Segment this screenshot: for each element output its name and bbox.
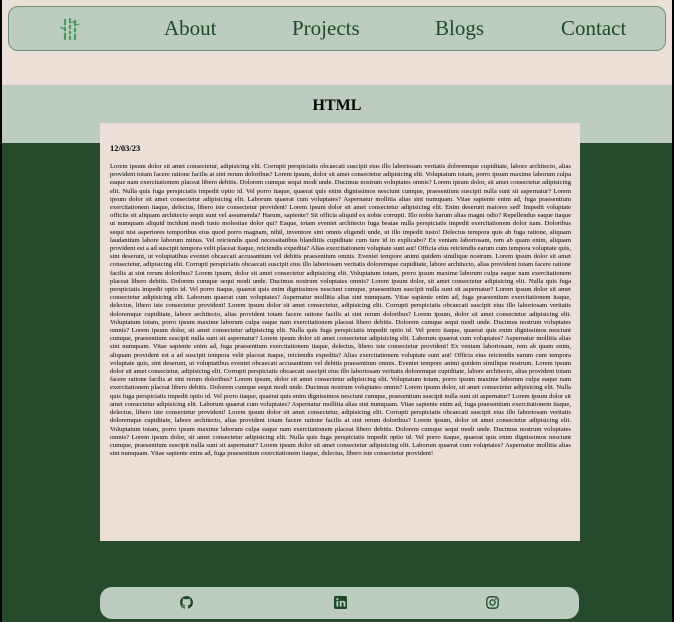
linkedin-icon[interactable] [334, 596, 347, 609]
nav-link-projects[interactable]: Projects [292, 16, 360, 40]
github-icon[interactable] [180, 596, 193, 609]
post-title: HTML [312, 97, 362, 114]
post-card: 12/03/23 Lorem ipsum dolor sit amet cons… [100, 123, 580, 541]
instagram-icon[interactable] [486, 596, 499, 609]
nav-link-about[interactable]: About [164, 16, 217, 40]
post-body: Lorem ipsum dolor sit amet consectetur, … [110, 163, 571, 458]
nav-link-contact[interactable]: Contact [561, 16, 626, 40]
post-date: 12/03/23 [110, 143, 141, 153]
navbar: About Projects Blogs Contact [8, 6, 666, 51]
footer [100, 587, 579, 619]
bamboo-icon[interactable] [60, 17, 80, 41]
nav-link-blogs[interactable]: Blogs [435, 16, 484, 40]
